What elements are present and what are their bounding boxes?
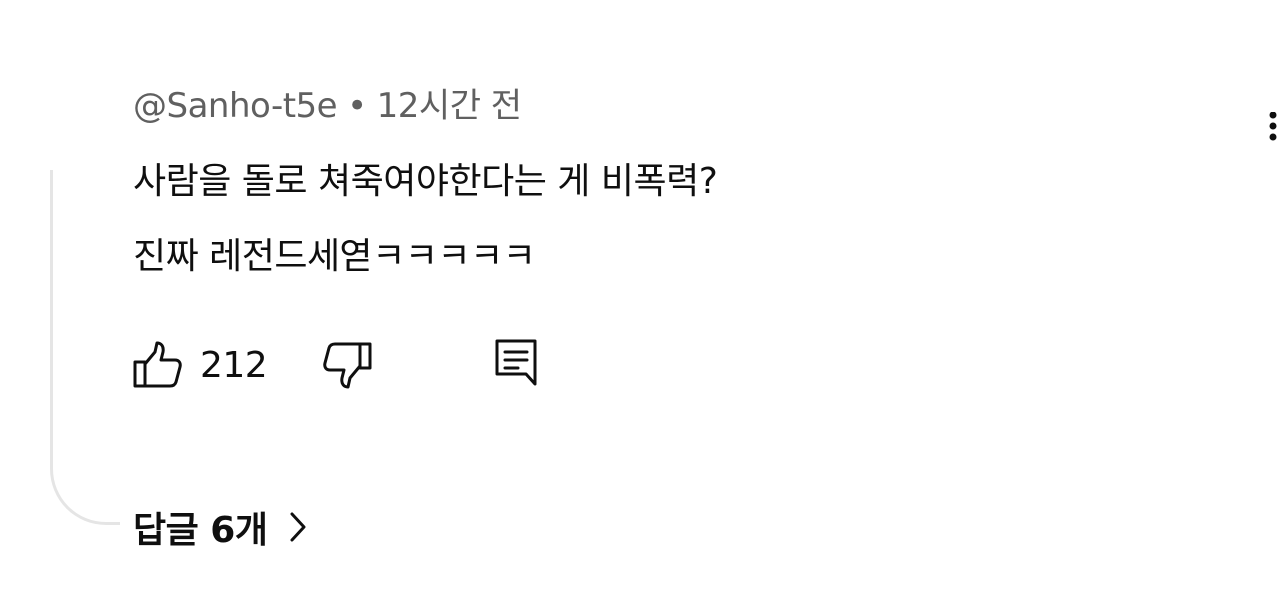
- like-button[interactable]: [133, 340, 183, 390]
- comment-author[interactable]: @Sanho-t5e: [133, 86, 338, 126]
- more-options-button[interactable]: [1250, 111, 1280, 152]
- comment-text-line-2: 진짜 레전드세엳ㅋㅋㅋㅋㅋ: [133, 236, 536, 277]
- header-separator: •: [347, 86, 367, 126]
- thumb-down-icon: [323, 342, 372, 389]
- thumb-up-icon: [133, 341, 182, 388]
- comment-timestamp: 12시간 전: [376, 86, 522, 126]
- replies-count-label: 답글 6개: [133, 510, 268, 551]
- comment-text-line-1: 사람을 돌로 쳐죽여야한다는 게 비폭력?: [133, 161, 718, 202]
- comment-header: @Sanho-t5e • 12시간 전: [133, 78, 522, 127]
- dislike-button[interactable]: [322, 340, 372, 390]
- view-replies-button[interactable]: 답글 6개: [133, 500, 309, 554]
- reply-button[interactable]: [494, 338, 540, 390]
- chevron-right-icon: [290, 512, 306, 542]
- more-vert-icon: [1269, 111, 1277, 141]
- like-count: 212: [200, 345, 268, 386]
- thread-connector-line: [50, 170, 120, 525]
- reply-comment-icon: [495, 339, 537, 386]
